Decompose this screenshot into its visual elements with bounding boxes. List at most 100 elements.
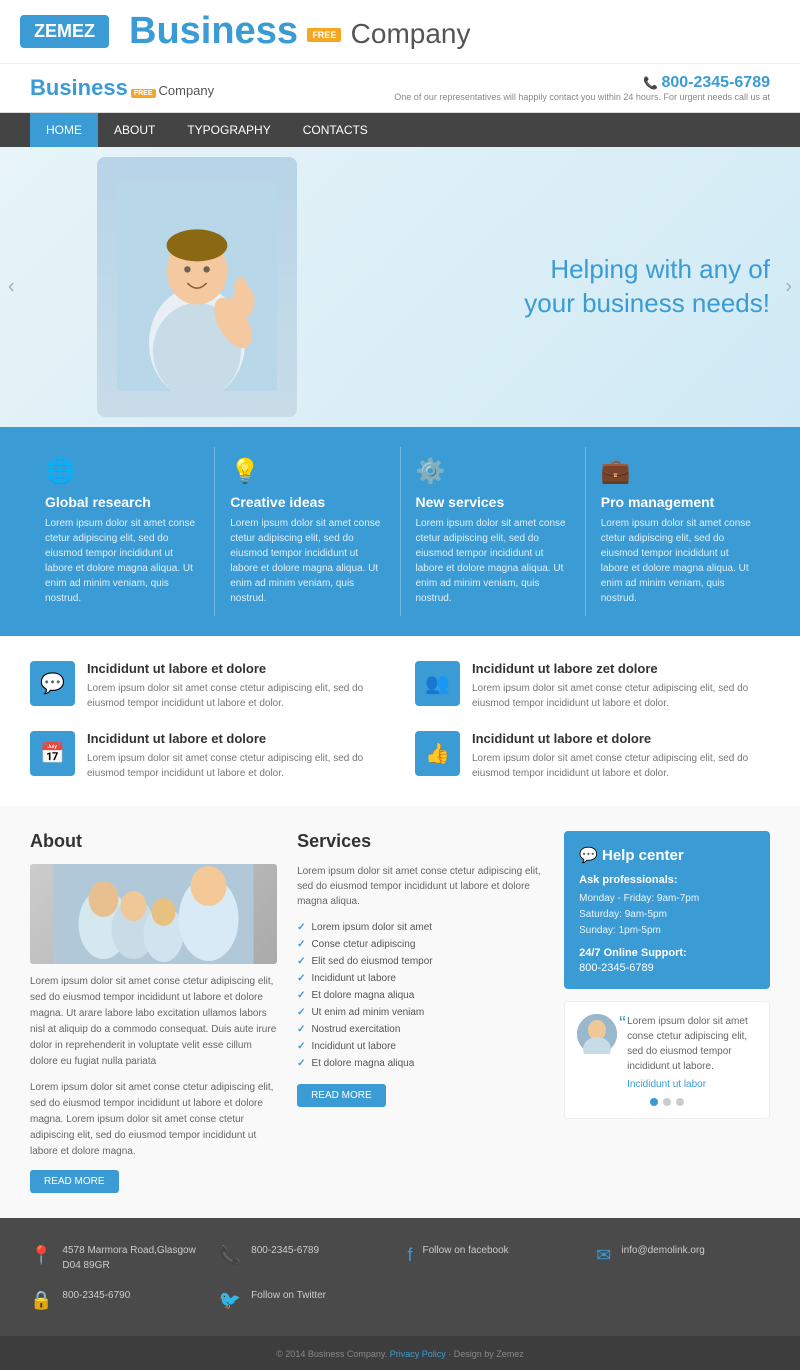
feature-management-title: Pro management — [601, 494, 755, 510]
footer-bottom: © 2014 Business Company. Privacy Policy … — [0, 1336, 800, 1370]
testimonial-content: Lorem ipsum dolor sit amet conse ctetur … — [627, 1014, 757, 1090]
services-title: Services — [297, 831, 544, 852]
footer-facebook[interactable]: Follow on facebook — [423, 1243, 509, 1258]
nav-typography[interactable]: TYPOGRAPHY — [171, 113, 286, 147]
header-contact: 800-2345-6789 One of our representatives… — [394, 74, 770, 102]
features-section: 🌐 Global research Lorem ipsum dolor sit … — [0, 427, 800, 636]
lock-icon: 🔒 — [30, 1290, 52, 1311]
about-title: About — [30, 831, 277, 852]
testimonial-avatar — [577, 1014, 617, 1054]
nav-contacts[interactable]: CONTACTS — [287, 113, 384, 147]
help-ask-title: Ask professionals: — [579, 874, 755, 886]
testimonial-link[interactable]: Incididunt ut labor — [627, 1079, 757, 1090]
service-item: Lorem ipsum dolor sit amet — [297, 919, 544, 936]
calendar-icon: 📅 — [30, 731, 75, 776]
info-title-1: Incididunt ut labore et dolore — [87, 661, 385, 676]
info-box-2: 👥 Incididunt ut labore zet dolore Lorem … — [415, 661, 770, 711]
services-read-more-button[interactable]: READ MORE — [297, 1084, 386, 1107]
banner-title-area: Business FREE Company — [129, 10, 471, 53]
about-image-svg — [30, 864, 277, 964]
feature-creative: 💡 Creative ideas Lorem ipsum dolor sit a… — [215, 447, 400, 616]
feature-global-title: Global research — [45, 494, 199, 510]
feature-services-title: New services — [416, 494, 570, 510]
footer-phone1[interactable]: 800-2345-6789 — [251, 1243, 319, 1258]
chat-icon: 💬 — [30, 661, 75, 706]
briefcase-icon: 💼 — [601, 457, 755, 486]
info-content-3: Incididunt ut labore et dolore Lorem ips… — [87, 731, 385, 781]
bottom-section: About Lorem ipsum dolor sit amet conse c… — [0, 806, 800, 1218]
banner-free-badge: FREE — [307, 28, 341, 42]
help-box: Help center Ask professionals: Monday - … — [564, 831, 770, 989]
info-title-4: Incididunt ut labore et dolore — [472, 731, 770, 746]
hero-prev-button[interactable]: ‹ — [8, 276, 15, 299]
feature-services: ⚙️ New services Lorem ipsum dolor sit am… — [401, 447, 586, 616]
footer-address: 4578 Marmora Road,Glasgow D04 89GR — [62, 1243, 203, 1273]
zemez-logo[interactable]: ZEMEZ — [20, 15, 109, 48]
info-desc-4: Lorem ipsum dolor sit amet conse ctetur … — [472, 751, 770, 781]
about-text-1: Lorem ipsum dolor sit amet conse ctetur … — [30, 974, 277, 1070]
help-column: Help center Ask professionals: Monday - … — [564, 831, 770, 1193]
twitter-icon: 🐦 — [219, 1290, 241, 1311]
feature-global-desc: Lorem ipsum dolor sit amet conse ctetur … — [45, 516, 199, 606]
footer-email[interactable]: info@demolink.org — [621, 1243, 705, 1258]
info-content-1: Incididunt ut labore et dolore Lorem ips… — [87, 661, 385, 711]
dot-1[interactable] — [650, 1098, 658, 1106]
footer-email-item: ✉ info@demolink.org — [596, 1243, 770, 1273]
header-phone[interactable]: 800-2345-6789 — [394, 74, 770, 92]
service-item: Nostrud exercitation — [297, 1021, 544, 1038]
about-column: About Lorem ipsum dolor sit amet conse c… — [30, 831, 277, 1193]
top-banner: ZEMEZ Business FREE Company — [0, 0, 800, 64]
help-hours: Monday - Friday: 9am-7pmSaturday: 9am-5p… — [579, 891, 755, 939]
dot-3[interactable] — [676, 1098, 684, 1106]
hero-section: ‹ — [0, 147, 800, 427]
testimonial-box: Lorem ipsum dolor sit amet conse ctetur … — [564, 1001, 770, 1119]
info-title-2: Incididunt ut labore zet dolore — [472, 661, 770, 676]
services-column: Services Lorem ipsum dolor sit amet cons… — [297, 831, 544, 1193]
info-box-3: 📅 Incididunt ut labore et dolore Lorem i… — [30, 731, 385, 781]
nav-about[interactable]: ABOUT — [98, 113, 171, 147]
email-icon: ✉ — [596, 1245, 611, 1266]
feature-creative-title: Creative ideas — [230, 494, 384, 510]
service-item: Elit sed do eiusmod tempor — [297, 953, 544, 970]
facebook-icon: f — [408, 1245, 413, 1266]
avatar-svg — [577, 1014, 617, 1054]
gear-icon: ⚙️ — [416, 457, 570, 486]
help-phone[interactable]: 800-2345-6789 — [579, 962, 755, 974]
feature-global: 🌐 Global research Lorem ipsum dolor sit … — [30, 447, 215, 616]
hero-tagline: Helping with any ofyour business needs! — [524, 253, 770, 321]
testimonial-dots — [577, 1098, 757, 1106]
main-nav: HOME ABOUT TYPOGRAPHY CONTACTS — [0, 113, 800, 147]
service-item: Et dolore magna aliqua — [297, 1055, 544, 1072]
service-item: Et dolore magna aliqua — [297, 987, 544, 1004]
footer-copyright: © 2014 Business Company. Privacy Policy … — [276, 1349, 524, 1359]
service-item: Incididunt ut labore — [297, 1038, 544, 1055]
testimonial-inner: Lorem ipsum dolor sit amet conse ctetur … — [577, 1014, 757, 1090]
nav-home[interactable]: HOME — [30, 113, 98, 147]
info-box-4: 👍 Incididunt ut labore et dolore Lorem i… — [415, 731, 770, 781]
about-image — [30, 864, 277, 964]
testimonial-text: Lorem ipsum dolor sit amet conse ctetur … — [627, 1014, 757, 1074]
about-read-more-button[interactable]: READ MORE — [30, 1170, 119, 1193]
banner-company: Company — [351, 18, 471, 49]
info-section: 💬 Incididunt ut labore et dolore Lorem i… — [0, 636, 800, 806]
hero-next-button[interactable]: › — [785, 276, 792, 299]
info-title-3: Incididunt ut labore et dolore — [87, 731, 385, 746]
info-desc-2: Lorem ipsum dolor sit amet conse ctetur … — [472, 681, 770, 711]
service-item: Conse ctetur adipiscing — [297, 936, 544, 953]
hero-person-image — [97, 157, 297, 417]
dot-2[interactable] — [663, 1098, 671, 1106]
feature-management-desc: Lorem ipsum dolor sit amet conse ctetur … — [601, 516, 755, 606]
privacy-policy-link[interactable]: Privacy Policy — [390, 1349, 446, 1359]
footer-main: 📍 4578 Marmora Road,Glasgow D04 89GR 📞 8… — [0, 1218, 800, 1336]
footer-twitter[interactable]: Follow on Twitter — [251, 1288, 326, 1303]
feature-management: 💼 Pro management Lorem ipsum dolor sit a… — [586, 447, 770, 616]
service-item: Ut enim ad minim veniam — [297, 1004, 544, 1021]
phone-icon: 📞 — [219, 1245, 241, 1266]
info-content-2: Incididunt ut labore zet dolore Lorem ip… — [472, 661, 770, 711]
info-desc-1: Lorem ipsum dolor sit amet conse ctetur … — [87, 681, 385, 711]
person-svg — [117, 183, 277, 391]
site-header: Business FREE Company 800-2345-6789 One … — [0, 64, 800, 113]
footer-phone1-item: 📞 800-2345-6789 — [219, 1243, 393, 1273]
footer-phone2[interactable]: 800-2345-6790 — [62, 1288, 130, 1303]
about-text-2: Lorem ipsum dolor sit amet conse ctetur … — [30, 1080, 277, 1160]
